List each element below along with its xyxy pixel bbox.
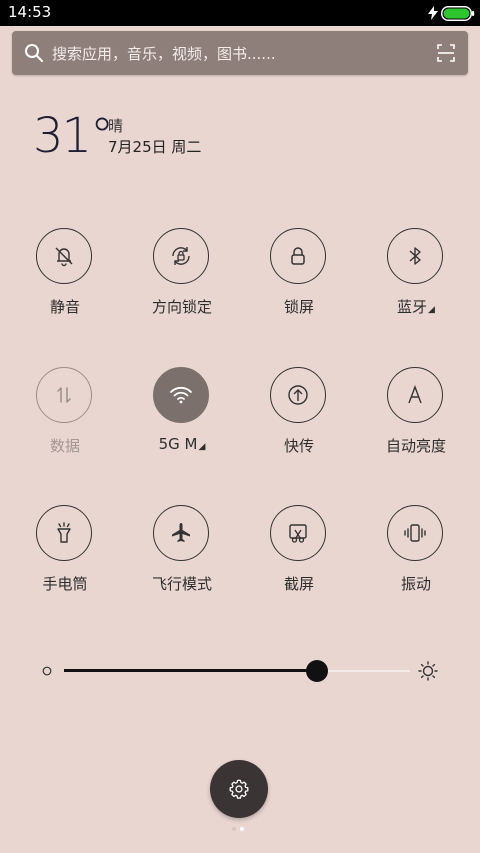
search-bar[interactable]: 搜索应用，音乐，视频，图书...... (12, 31, 468, 75)
bluetooth-icon (409, 247, 421, 265)
toggle-lock[interactable]: 锁屏 (249, 228, 349, 338)
flashlight-icon (57, 522, 71, 543)
scan-icon[interactable] (436, 43, 456, 63)
vibrate-icon (404, 524, 426, 542)
search-icon (25, 44, 44, 63)
toggle-label-text: 锁屏 (283, 298, 314, 316)
toggle-bluetooth[interactable]: 蓝牙◢ (366, 228, 466, 338)
rotation-lock-icon (172, 247, 190, 265)
toggle-label: 飞行模式 (132, 573, 232, 594)
toggle-label-text: 方向锁定 (151, 298, 212, 316)
toggle-label-text: 5G M (158, 435, 198, 453)
toggle-label: 5G M◢ (132, 435, 232, 453)
screenshot-icon (289, 524, 307, 543)
brightness-slider[interactable] (40, 656, 440, 686)
status-time: 14:53 (8, 3, 52, 21)
airplane-icon (172, 523, 190, 542)
toggle-flashlight[interactable]: 手电筒 (15, 505, 115, 615)
toggle-label: 锁屏 (249, 296, 349, 317)
search-input[interactable]: 搜索应用，音乐，视频，图书...... (52, 43, 276, 64)
mute-bell-icon (55, 247, 73, 267)
toggle-label: 自动亮度 (366, 435, 466, 456)
toggle-button[interactable] (387, 228, 443, 284)
toggle-button[interactable] (387, 505, 443, 561)
toggle-button[interactable] (153, 505, 209, 561)
toggle-label: 蓝牙◢ (366, 296, 466, 317)
toggle-button[interactable] (387, 367, 443, 423)
toggle-label: 静音 (15, 296, 115, 317)
charging-bolt-icon (428, 6, 438, 20)
toggle-label: 振动 (366, 573, 466, 594)
more-options-corner-icon: ◢ (198, 442, 206, 452)
toggle-label-text: 手电筒 (42, 575, 88, 593)
weather-date: 7月25日 周二 (108, 138, 202, 156)
toggle-label: 截屏 (249, 573, 349, 594)
toggle-quick-transfer[interactable]: 快传 (249, 367, 349, 477)
toggle-label-text: 数据 (49, 437, 80, 455)
toggle-label-text: 飞行模式 (151, 575, 212, 593)
toggle-label-text: 静音 (49, 298, 80, 316)
toggle-auto-brightness[interactable]: 自动亮度 (366, 367, 466, 477)
toggle-screenshot[interactable]: 截屏 (249, 505, 349, 615)
page-indicator (232, 827, 248, 833)
toggle-button[interactable] (36, 367, 92, 423)
page-dot (240, 827, 244, 831)
toggle-label-text: 截屏 (283, 575, 314, 593)
toggle-label-text: 快传 (283, 437, 314, 455)
toggle-label: 手电筒 (15, 573, 115, 594)
toggle-label: 方向锁定 (132, 296, 232, 317)
toggle-mute-bell[interactable]: 静音 (15, 228, 115, 338)
toggle-button[interactable] (270, 505, 326, 561)
toggle-button[interactable] (270, 367, 326, 423)
toggle-button[interactable] (153, 367, 209, 423)
toggle-mobile-data[interactable]: 数据 (15, 367, 115, 477)
mobile-data-icon (57, 387, 71, 403)
toggle-label: 数据 (15, 435, 115, 456)
toggle-vibrate[interactable]: 振动 (366, 505, 466, 615)
brightness-thumb[interactable] (305, 660, 328, 682)
auto-brightness-icon (408, 385, 422, 404)
more-options-corner-icon: ◢ (428, 305, 435, 315)
toggle-button[interactable] (36, 228, 92, 284)
brightness-high-icon (418, 661, 438, 681)
lock-icon (291, 247, 305, 265)
weather-condition: 晴 (108, 117, 124, 135)
settings-button[interactable] (210, 760, 268, 818)
brightness-low-icon (42, 666, 52, 676)
toggle-wifi[interactable]: 5G M◢ (132, 367, 232, 477)
wifi-icon (170, 386, 192, 404)
toggle-button[interactable] (270, 228, 326, 284)
toggle-label-text: 自动亮度 (385, 437, 446, 455)
brightness-fill (64, 669, 317, 672)
gear-icon (229, 779, 249, 799)
toggle-label-text: 振动 (400, 575, 431, 593)
toggle-label: 快传 (249, 435, 349, 456)
toggle-airplane[interactable]: 飞行模式 (132, 505, 232, 615)
toggle-button[interactable] (36, 505, 92, 561)
temperature: 31° (33, 108, 114, 164)
quick-transfer-icon (288, 385, 308, 405)
toggle-rotation-lock[interactable]: 方向锁定 (132, 228, 232, 338)
toggle-label-text: 蓝牙 (397, 298, 428, 316)
toggle-button[interactable] (153, 228, 209, 284)
page-dot (232, 827, 236, 831)
status-bar: 14:53 (0, 0, 480, 26)
battery-icon (441, 6, 475, 21)
